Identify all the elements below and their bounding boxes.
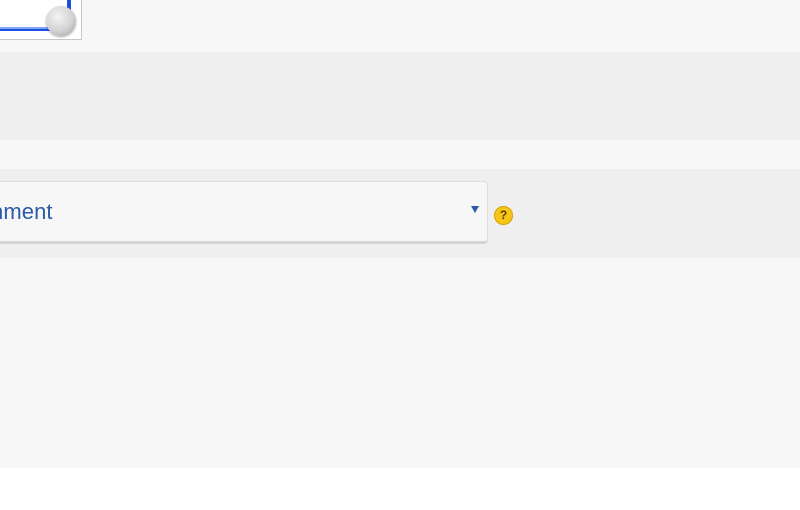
select-value: nment xyxy=(0,199,53,224)
help-icon[interactable]: ? xyxy=(494,206,513,225)
switch-knob xyxy=(46,6,76,36)
type-select[interactable]: nment xyxy=(0,181,488,244)
chevron-down-icon xyxy=(471,206,479,213)
form-panel: nment ? xyxy=(0,0,800,468)
switch-preview-image xyxy=(0,0,82,40)
page: nment ? xyxy=(0,0,800,510)
form-row-band xyxy=(0,52,800,140)
